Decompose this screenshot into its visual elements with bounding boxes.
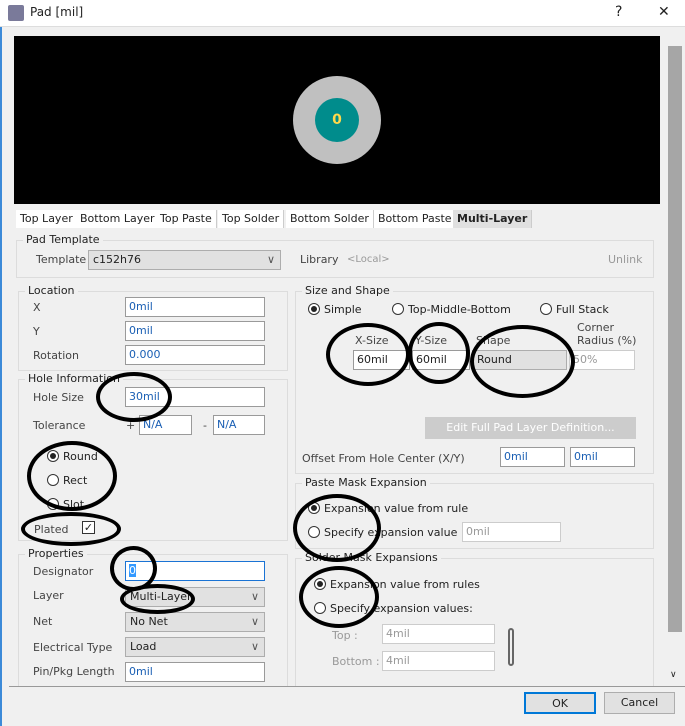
radio-label: Full Stack bbox=[556, 303, 609, 316]
corner-radius-input[interactable]: 50% bbox=[569, 350, 635, 370]
net-label: Net bbox=[33, 615, 53, 628]
mode-full-stack-radio[interactable]: Full Stack bbox=[540, 303, 609, 316]
group-title: Paste Mask Expansion bbox=[302, 476, 430, 489]
tab-top-solder[interactable]: Top Solder bbox=[218, 210, 285, 228]
annotation-circle bbox=[96, 372, 172, 422]
cancel-button[interactable]: Cancel bbox=[604, 692, 675, 714]
chevron-down-icon: ∨ bbox=[250, 615, 259, 628]
pad-preview: 0 bbox=[14, 36, 660, 204]
tolerance-minus-input[interactable]: N/A bbox=[213, 415, 265, 435]
group-title: Location bbox=[25, 284, 78, 297]
annotation-circle bbox=[27, 441, 117, 511]
scrollbar[interactable]: ∨ bbox=[667, 30, 683, 686]
unlink-button[interactable]: Unlink bbox=[608, 253, 642, 266]
corner-label: Corner bbox=[577, 321, 615, 334]
electrical-type-label: Electrical Type bbox=[33, 641, 113, 654]
x-input[interactable]: 0mil bbox=[125, 297, 265, 317]
tab-bottom-paste[interactable]: Bottom Paste bbox=[374, 210, 457, 228]
link-chain-icon[interactable] bbox=[508, 628, 514, 666]
rotation-input[interactable]: 0.000 bbox=[125, 345, 265, 365]
tab-bottom-solder[interactable]: Bottom Solder bbox=[286, 210, 374, 228]
hole-size-label: Hole Size bbox=[33, 391, 84, 404]
close-button[interactable]: ✕ bbox=[658, 4, 670, 20]
radio-label: Top-Middle-Bottom bbox=[408, 303, 511, 316]
window-title: Pad [mil] bbox=[30, 5, 84, 19]
chevron-down-icon: ∨ bbox=[250, 640, 259, 653]
y-input[interactable]: 0mil bbox=[125, 321, 265, 341]
tab-bottom-layer[interactable]: Bottom Layer bbox=[76, 210, 160, 228]
pad-hole: 0 bbox=[315, 98, 359, 142]
offset-x-input[interactable]: 0mil bbox=[500, 447, 565, 467]
corner-label-2: Radius (%) bbox=[577, 334, 637, 347]
annotation-circle bbox=[293, 494, 381, 562]
title-bar: Pad [mil] ? ✕ bbox=[0, 0, 685, 27]
y-label: Y bbox=[33, 325, 40, 338]
tolerance-label: Tolerance bbox=[33, 419, 86, 432]
offset-label: Offset From Hole Center (X/Y) bbox=[302, 452, 465, 465]
library-label: Library bbox=[300, 253, 339, 266]
scroll-thumb[interactable] bbox=[668, 46, 682, 632]
designator-label: Designator bbox=[33, 565, 94, 578]
help-button[interactable]: ? bbox=[615, 4, 622, 20]
window-border bbox=[0, 27, 2, 726]
radio-label: Simple bbox=[324, 303, 362, 316]
template-value: c152h76 bbox=[93, 253, 142, 266]
group-title: Pad Template bbox=[23, 233, 103, 246]
annotation-circle bbox=[408, 322, 470, 384]
solder-top-input[interactable]: 4mil bbox=[382, 624, 495, 644]
annotation-circle bbox=[120, 584, 195, 614]
net-select[interactable]: No Net ∨ bbox=[125, 612, 265, 632]
annotation-circle bbox=[326, 323, 410, 386]
net-value: No Net bbox=[130, 615, 168, 628]
layer-label: Layer bbox=[33, 589, 64, 602]
scroll-down-icon[interactable]: ∨ bbox=[670, 670, 677, 680]
pin-length-label: Pin/Pkg Length bbox=[33, 665, 115, 678]
edit-full-pad-layer-button[interactable]: Edit Full Pad Layer Definition... bbox=[425, 417, 636, 439]
group-title: Properties bbox=[25, 547, 87, 560]
mode-simple-radio[interactable]: Simple bbox=[308, 303, 362, 316]
solder-top-label: Top : bbox=[332, 629, 358, 642]
chevron-down-icon: ∨ bbox=[250, 590, 259, 603]
annotation-circle bbox=[470, 325, 575, 398]
tab-top-layer[interactable]: Top Layer bbox=[16, 210, 78, 228]
chevron-down-icon: ∨ bbox=[266, 253, 275, 266]
x-label: X bbox=[33, 301, 41, 314]
solder-bottom-input[interactable]: 4mil bbox=[382, 651, 495, 671]
pin-length-input[interactable]: 0mil bbox=[125, 662, 265, 682]
mode-tmb-radio[interactable]: Top-Middle-Bottom bbox=[392, 303, 511, 316]
library-value: <Local> bbox=[347, 254, 390, 265]
template-select[interactable]: c152h76 ∨ bbox=[88, 250, 281, 270]
electrical-type-select[interactable]: Load ∨ bbox=[125, 637, 265, 657]
group-title: Size and Shape bbox=[302, 284, 393, 297]
annotation-circle bbox=[299, 566, 379, 628]
rotation-label: Rotation bbox=[33, 349, 80, 362]
minus-sign: - bbox=[203, 419, 207, 432]
annotation-circle bbox=[21, 512, 121, 546]
paste-value-input[interactable]: 0mil bbox=[462, 522, 561, 542]
template-label: Template bbox=[36, 253, 87, 266]
ok-button[interactable]: OK bbox=[524, 692, 596, 714]
offset-y-input[interactable]: 0mil bbox=[570, 447, 635, 467]
app-icon bbox=[8, 5, 24, 21]
tab-multi-layer[interactable]: Multi-Layer bbox=[453, 210, 533, 228]
tab-top-paste[interactable]: Top Paste bbox=[156, 210, 217, 228]
solder-bottom-label: Bottom : bbox=[332, 655, 380, 668]
electrical-type-value: Load bbox=[130, 640, 157, 653]
